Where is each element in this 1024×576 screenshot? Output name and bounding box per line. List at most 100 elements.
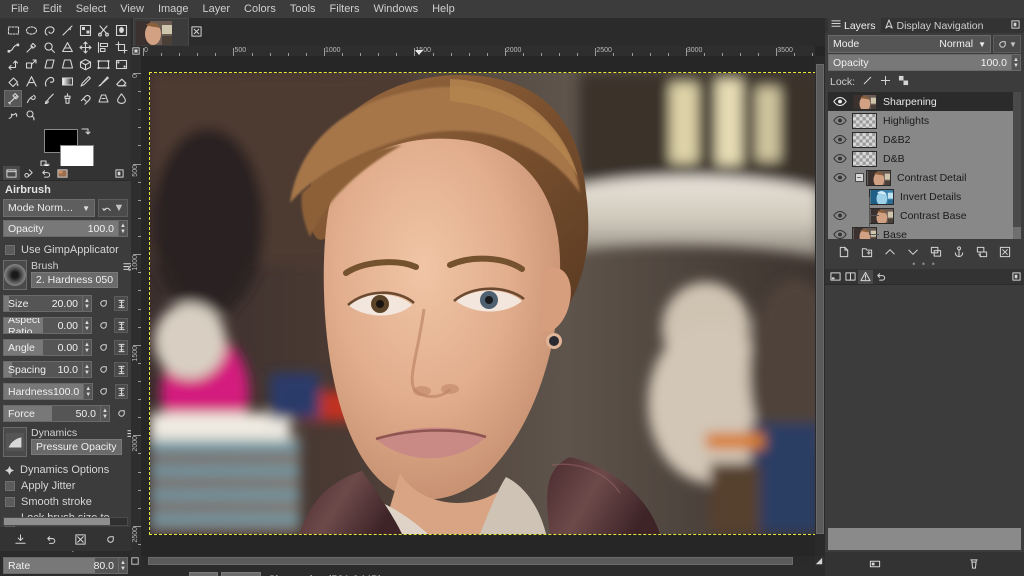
paintbrush-icon[interactable] [94,73,112,90]
tab-undo-history[interactable] [873,270,888,284]
tab-paths[interactable] [843,270,858,284]
canvas-layer-boundary[interactable] [150,73,815,534]
text-icon[interactable] [22,73,40,90]
lower-layer-icon[interactable] [906,245,920,260]
dodge-burn-icon[interactable] [22,107,40,124]
lock-alpha-icon[interactable] [898,75,909,89]
navigate-image-icon[interactable] [815,556,825,566]
dock-menu-icon[interactable] [1011,20,1020,32]
color-picker-icon[interactable] [22,39,40,56]
apply-jitter-checkbox[interactable] [5,481,15,491]
aspect-ratio-slider[interactable]: Aspect Ratio0.00 [3,317,83,334]
zoom-combo[interactable]: 25 % ▼ [221,572,262,576]
foreground-select-icon[interactable] [112,22,130,39]
anchor-layer-icon[interactable] [952,245,966,260]
tab-channels[interactable] [828,270,843,284]
opacity-slider[interactable]: Opacity 100.0 [3,220,119,237]
layer-row[interactable]: Sharpening [828,92,1021,111]
dynamics-name-value[interactable]: Pressure Opacity [31,439,122,455]
menu-item-tools[interactable]: Tools [283,0,323,18]
shear-icon[interactable] [40,56,58,73]
pencil-icon[interactable] [76,73,94,90]
layer-opacity-spinner[interactable]: ▲▼ [1012,54,1021,71]
layer-list-scrollbar[interactable] [1013,92,1021,239]
lock-position-icon[interactable] [880,75,891,89]
merge-down-icon[interactable] [975,245,989,260]
rate-spinner[interactable]: ▲▼ [119,557,128,574]
crop-icon[interactable] [112,39,130,56]
measure-icon[interactable] [58,39,76,56]
menu-item-colors[interactable]: Colors [237,0,283,18]
layer-group-expander[interactable]: − [852,173,866,182]
perspective-icon[interactable] [58,56,76,73]
dynamics-preview[interactable] [3,427,27,457]
aspect-ratio-spinner[interactable]: ▲▼ [83,317,92,334]
force-spinner[interactable]: ▲▼ [101,405,110,422]
menu-item-file[interactable]: File [4,0,36,18]
perspective-clone-icon[interactable] [94,90,112,107]
raise-layer-icon[interactable] [883,245,897,260]
paint-mode-combo[interactable]: Mode Normal (le... ▼ [3,199,95,217]
layer-row[interactable]: −Contrast Detail [828,168,1021,187]
layer-list[interactable]: SharpeningHighlightsD&B2D&B−Contrast Det… [828,92,1021,239]
ellipse-select-icon[interactable] [22,22,40,39]
new-layer-icon[interactable] [837,245,851,260]
link-spacing-icon[interactable] [114,362,128,377]
smooth-stroke-checkbox[interactable] [5,497,15,507]
paths-icon[interactable] [4,39,22,56]
link-angle-icon[interactable] [114,340,128,355]
move-icon[interactable] [76,39,94,56]
force-slider[interactable]: Force50.0 [3,405,101,422]
reset-force-icon[interactable] [114,406,128,421]
reset-angle-icon[interactable] [96,340,110,355]
rotate-icon[interactable] [4,56,22,73]
horizontal-ruler[interactable]: 0500100015002000250030003500 [141,46,815,56]
opacity-spinner[interactable]: ▲▼ [119,220,128,237]
tool-options-scrollbar[interactable] [3,517,128,526]
reset-aspect-ratio-icon[interactable] [96,318,110,333]
layer-visibility-icon[interactable] [828,210,852,221]
menu-item-layer[interactable]: Layer [196,0,238,18]
unit-combo[interactable]: px ▼ [189,572,218,576]
tab-layers[interactable]: Layers [828,18,881,33]
layer-visibility-icon[interactable] [828,96,852,107]
delete-icon[interactable] [967,557,981,572]
layer-opacity-slider[interactable]: Opacity 100.0 [828,54,1012,71]
reset-hardness-icon[interactable] [97,384,110,399]
angle-spinner[interactable]: ▲▼ [83,339,92,356]
heal-icon[interactable] [76,90,94,107]
hardness-spinner[interactable]: ▲▼ [84,383,93,400]
handle-transform-icon[interactable] [112,56,130,73]
unified-transform-icon[interactable] [94,56,112,73]
select-by-color-icon[interactable] [76,22,94,39]
layer-visibility-icon[interactable] [828,229,852,239]
smudge-icon[interactable] [4,107,22,124]
layer-visibility-icon[interactable] [828,172,852,183]
rate-slider[interactable]: Rate 80.0 [3,557,119,574]
new-layer-group-icon[interactable] [860,245,874,260]
clone-icon[interactable] [58,90,76,107]
hardness-slider[interactable]: Hardness100.0 [3,383,84,400]
configure-icon[interactable] [868,557,882,572]
spacing-slider[interactable]: Spacing10.0 [3,361,83,378]
delete-tool-preset-icon[interactable] [73,532,87,547]
menu-item-select[interactable]: Select [69,0,114,18]
ruler-origin-button[interactable] [131,46,141,56]
quick-mask-icon[interactable] [131,556,141,566]
duplicate-layer-icon[interactable] [929,245,943,260]
mypaint-brush-icon[interactable] [40,90,58,107]
tab-images[interactable] [54,166,71,180]
warp-transform-icon[interactable] [40,73,58,90]
blur-sharpen-icon[interactable] [112,90,130,107]
menu-item-windows[interactable]: Windows [366,0,425,18]
gradient-icon[interactable] [58,73,76,90]
size-spinner[interactable]: ▲▼ [83,295,92,312]
rect-select-icon[interactable] [4,22,22,39]
free-select-icon[interactable] [40,22,58,39]
scale-icon[interactable] [22,56,40,73]
size-slider[interactable]: Size20.00 [3,295,83,312]
layer-row[interactable]: D&B2 [828,130,1021,149]
lower-dock-menu-icon[interactable] [1009,270,1024,284]
restore-tool-preset-icon[interactable] [44,532,58,547]
layer-row[interactable]: Invert Details [828,187,1021,206]
